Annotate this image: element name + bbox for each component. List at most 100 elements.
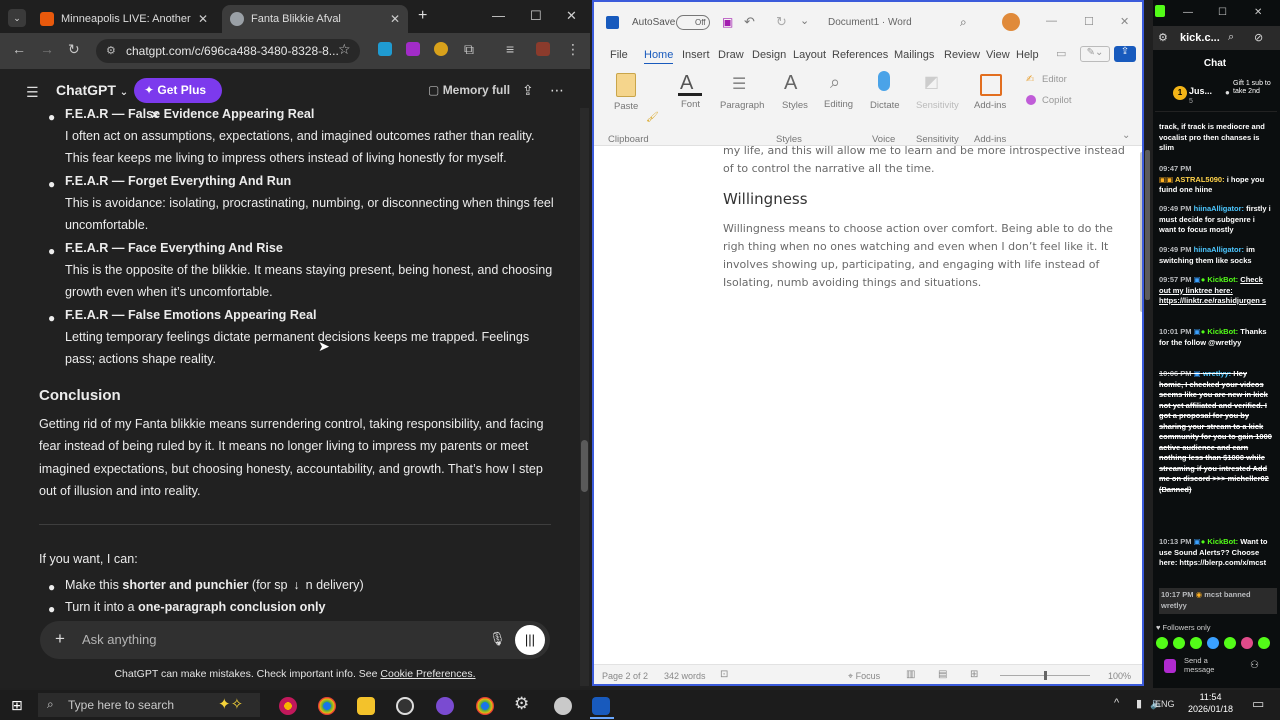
editing-mode-icon[interactable]: ✎⌄	[1080, 46, 1110, 62]
search-highlight-icon[interactable]: ✦✧	[218, 695, 243, 713]
tab-view[interactable]: View	[986, 49, 1010, 61]
voice-mode-button[interactable]: |||	[515, 625, 545, 655]
editor-icon[interactable]: ✍	[1026, 74, 1034, 85]
new-tab-button[interactable]: +	[418, 7, 427, 25]
scrollbar-thumb[interactable]	[581, 440, 588, 492]
kick-scrollbar[interactable]	[1145, 150, 1150, 300]
tab-home[interactable]: Home	[644, 49, 674, 65]
visibility-off-icon[interactable]: ⊘	[1254, 31, 1263, 44]
undo-icon[interactable]: ↶	[744, 14, 755, 30]
styles-icon[interactable]: A	[784, 72, 797, 95]
profile-avatar[interactable]	[536, 42, 550, 56]
scrollbar[interactable]	[580, 108, 589, 686]
zoom-thumb[interactable]	[1044, 671, 1047, 680]
gift-cta[interactable]: Gift 1 sub to take 2nd	[1233, 80, 1273, 96]
maximize-icon[interactable]: ☐	[1218, 7, 1227, 18]
chrome-canary-icon[interactable]	[279, 697, 297, 715]
forward-arrow-icon[interactable]: →	[40, 41, 54, 57]
tab-review[interactable]: Review	[944, 49, 980, 61]
message-user[interactable]: wretlyy:	[1203, 369, 1231, 378]
redo-icon[interactable]: ↻	[776, 14, 787, 30]
chrome-icon[interactable]	[318, 697, 336, 715]
tab-references[interactable]: References	[832, 49, 888, 61]
ribbon-collapse-icon[interactable]: ⌄	[1122, 130, 1130, 141]
clock[interactable]: 11:54 2026/01/18	[1188, 691, 1233, 715]
tab-close-icon[interactable]: ✕	[198, 12, 208, 26]
reload-icon[interactable]: ↻	[68, 41, 80, 58]
web-layout-icon[interactable]: ⊞	[970, 669, 978, 680]
tab-minneapolis[interactable]: Minneapolis LIVE: Another I ✕	[32, 5, 216, 33]
pinned-gifter[interactable]: 1 Jus... 5 ● Gift 1 sub to take 2nd	[1155, 76, 1277, 112]
reading-list-icon[interactable]: ≡	[506, 41, 514, 57]
minimize-icon[interactable]: —	[1183, 7, 1193, 18]
get-plus-button[interactable]: ✦ Get Plus ✕	[134, 78, 222, 122]
emote-icon[interactable]	[1156, 637, 1168, 649]
microphone-icon[interactable]: 🎙	[489, 631, 506, 647]
kick-chat-input[interactable]: Send a message ⚇	[1156, 656, 1278, 678]
file-explorer-icon[interactable]	[357, 697, 375, 715]
tab-file[interactable]: File	[610, 49, 628, 61]
cookie-preferences-link[interactable]: Cookie Preferences.	[380, 668, 475, 680]
tab-mailings[interactable]: Mailings	[894, 49, 934, 61]
accessibility-icon[interactable]: ⊡	[720, 669, 728, 680]
styles-label[interactable]: Styles	[782, 100, 808, 111]
tab-draw[interactable]: Draw	[718, 49, 744, 61]
autosave-toggle[interactable]: Off	[676, 15, 710, 30]
minimize-icon[interactable]: —	[1046, 15, 1057, 27]
comments-icon[interactable]: ▭	[1056, 47, 1066, 60]
emote-icon[interactable]	[1190, 637, 1202, 649]
search-icon[interactable]: ⌕	[960, 15, 967, 30]
microphone-icon[interactable]	[878, 71, 890, 91]
extensions-puzzle-icon[interactable]: ⧉	[464, 41, 474, 58]
app-icon[interactable]	[554, 697, 572, 715]
kick-settings-icon[interactable]: ⚙	[1158, 31, 1168, 44]
site-info-icon[interactable]: ⚙	[106, 44, 116, 57]
document-paragraph[interactable]: Willingness means to choose action over …	[723, 220, 1137, 292]
extension-icon[interactable]	[434, 42, 448, 56]
tab-help[interactable]: Help	[1016, 49, 1039, 61]
share-icon[interactable]: ⇪	[522, 82, 534, 99]
message-user[interactable]: KickBot:	[1207, 537, 1238, 546]
more-options-icon[interactable]: ⋯	[550, 82, 564, 99]
emote-bar[interactable]	[1156, 637, 1278, 651]
plus-icon[interactable]: +	[55, 629, 65, 649]
extension-icon[interactable]	[406, 42, 420, 56]
message-user[interactable]: KickBot:	[1207, 327, 1238, 336]
editing-label[interactable]: Editing	[824, 99, 853, 110]
format-painter-icon[interactable]: 🖌	[646, 112, 659, 123]
tab-fanta-blikkie[interactable]: Fanta Blikkie Afval ✕	[222, 5, 408, 33]
send-message-input[interactable]: Send a message	[1184, 656, 1224, 674]
ask-input[interactable]: Ask anything	[82, 632, 156, 647]
notifications-icon[interactable]: ▭	[1252, 696, 1264, 712]
add-ins-label[interactable]: Add-ins	[974, 100, 1006, 111]
paste-icon[interactable]	[616, 73, 636, 97]
emote-icon[interactable]	[1173, 637, 1185, 649]
emote-icon[interactable]	[1207, 637, 1219, 649]
extension-icon[interactable]	[378, 42, 392, 56]
print-layout-icon[interactable]: ▤	[938, 669, 947, 680]
quick-access-icon[interactable]: ⌄	[800, 14, 809, 27]
read-mode-icon[interactable]: ▥	[906, 669, 915, 680]
paragraph-icon[interactable]: ☰	[732, 74, 746, 94]
focus-button[interactable]: ⌖ Focus	[848, 671, 880, 682]
emote-icon[interactable]	[1241, 637, 1253, 649]
address-bar[interactable]: chatgpt.com/c/696ca488-3480-8328-8...	[96, 39, 360, 63]
language-indicator[interactable]: ENG	[1155, 699, 1175, 709]
close-icon[interactable]: ✕	[1120, 15, 1129, 28]
scroll-down-icon[interactable]: ↓	[288, 574, 306, 596]
maximize-icon[interactable]: ☐	[530, 8, 542, 24]
page-indicator[interactable]: Page 2 of 2	[602, 671, 648, 681]
editing-icon[interactable]: ⌕	[830, 72, 840, 93]
maximize-icon[interactable]: ☐	[1084, 15, 1094, 28]
word-count[interactable]: 342 words	[664, 671, 706, 681]
tab-layout[interactable]: Layout	[793, 49, 826, 61]
settings-icon[interactable]: ⚙	[514, 694, 529, 714]
tab-design[interactable]: Design	[752, 49, 786, 61]
emote-icon[interactable]	[1224, 637, 1236, 649]
minimize-icon[interactable]: —	[492, 8, 505, 23]
close-icon[interactable]: ✕	[566, 8, 577, 24]
add-ins-icon[interactable]	[980, 74, 1002, 96]
save-icon[interactable]: ▣	[722, 15, 733, 29]
document-paragraph[interactable]: my life, and this will allow me to learn…	[723, 142, 1137, 178]
dictate-label[interactable]: Dictate	[870, 100, 900, 111]
